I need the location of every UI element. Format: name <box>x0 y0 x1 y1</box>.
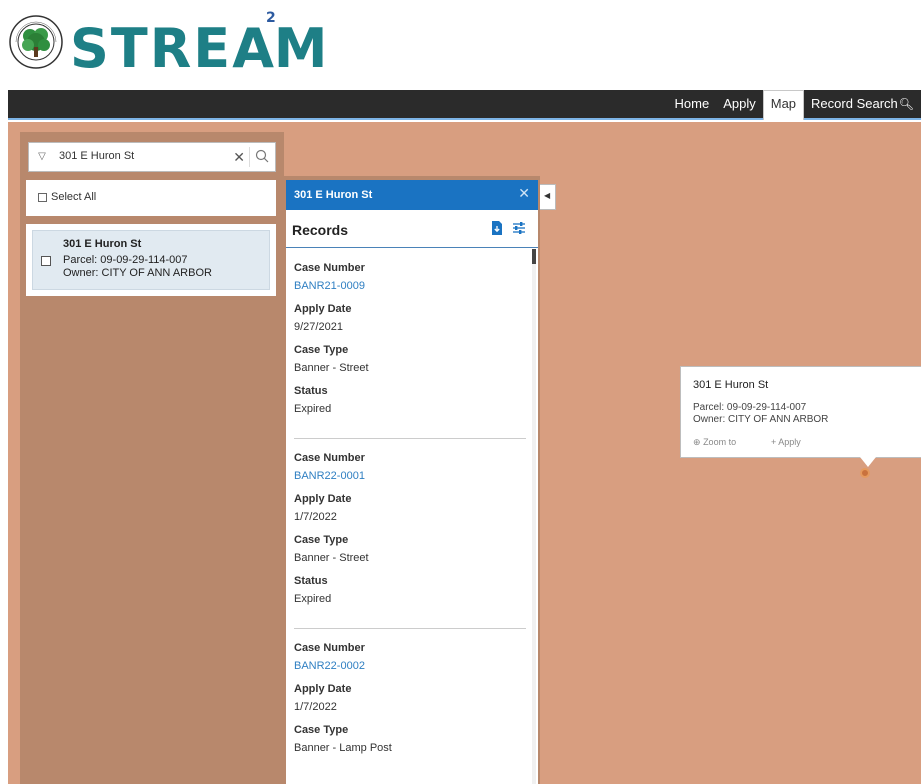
zoom-in-icon: ⊕ <box>693 437 701 447</box>
records-panel-title: 301 E Huron St <box>294 189 373 201</box>
status-label: Status <box>294 575 328 587</box>
records-scrollbar[interactable] <box>532 249 536 784</box>
select-all-label[interactable]: Select All <box>51 191 96 203</box>
popup-owner: Owner: CITY OF ANN ARBOR <box>693 414 829 425</box>
select-all-row: Select All <box>26 180 276 216</box>
address-search-box: ▽ 301 E Huron St ✕ <box>28 142 276 172</box>
document-download-icon[interactable] <box>490 221 504 235</box>
sliders-icon[interactable] <box>512 221 526 235</box>
result-title: 301 E Huron St <box>63 238 142 250</box>
case-type-value: Banner - Street <box>294 552 369 564</box>
apply-date-label: Apply Date <box>294 683 352 695</box>
plus-icon: + <box>771 437 777 447</box>
triangle-down-icon[interactable]: ▽ <box>35 150 49 164</box>
status-value: Expired <box>294 403 332 415</box>
records-panel-header: 301 E Huron St ✕ <box>286 180 538 210</box>
search-input[interactable]: 301 E Huron St <box>59 150 134 162</box>
record-card: Case Number BANR22-0002 Apply Date 1/7/2… <box>294 629 526 784</box>
results-list: 301 E Huron St Parcel: 09-09-29-114-007 … <box>26 224 276 296</box>
brand-superscript: 2 <box>266 10 278 26</box>
record-card: Case Number BANR21-0009 Apply Date 9/27/… <box>294 249 526 439</box>
status-value: Expired <box>294 593 332 605</box>
nav-record-search-label: Record Search <box>811 96 898 111</box>
map-popup: 301 E Huron St Parcel: 09-09-29-114-007 … <box>680 366 921 458</box>
popup-parcel: Parcel: 09-09-29-114-007 <box>693 402 807 413</box>
main-nav: Home Apply Map Record Search🔍︎ <box>8 90 921 120</box>
nav-home[interactable]: Home <box>668 90 717 118</box>
location-marker-icon[interactable] <box>860 468 870 478</box>
stream-brand-logo[interactable]: STREA2M <box>70 10 330 81</box>
select-all-checkbox[interactable] <box>38 193 47 202</box>
brand-text-pre: STREA <box>70 17 276 80</box>
records-list[interactable]: Case Number BANR21-0009 Apply Date 9/27/… <box>286 249 538 784</box>
case-number-label: Case Number <box>294 452 365 464</box>
case-number-label: Case Number <box>294 262 365 274</box>
zoom-to-label: Zoom to <box>703 437 737 447</box>
record-card: Case Number BANR22-0001 Apply Date 1/7/2… <box>294 439 526 629</box>
city-seal-logo[interactable] <box>8 14 64 70</box>
map-canvas[interactable]: ▽ 301 E Huron St ✕ Select All 301 E Huro… <box>8 122 921 784</box>
apply-date-value: 1/7/2022 <box>294 701 337 713</box>
scrollbar-thumb[interactable] <box>532 249 536 264</box>
case-type-value: Banner - Street <box>294 362 369 374</box>
case-number-link[interactable]: BANR22-0001 <box>294 469 526 483</box>
case-number-link[interactable]: BANR21-0009 <box>294 279 526 293</box>
case-type-label: Case Type <box>294 724 349 736</box>
case-number-label: Case Number <box>294 642 365 654</box>
site-header: STREA2M <box>0 0 921 90</box>
nav-record-search[interactable]: Record Search🔍︎ <box>804 90 921 118</box>
search-icon[interactable] <box>255 149 269 165</box>
nav-apply[interactable]: Apply <box>716 90 763 118</box>
close-icon[interactable]: ✕ <box>518 185 530 202</box>
apply-label: Apply <box>778 437 801 447</box>
apply-date-value: 1/7/2022 <box>294 511 337 523</box>
case-type-value: Banner - Lamp Post <box>294 742 392 754</box>
nav-map[interactable]: Map <box>762 90 805 120</box>
collapse-panel-button[interactable]: ◀ <box>540 184 556 210</box>
result-owner: Owner: CITY OF ANN ARBOR <box>63 267 212 279</box>
search-icon: 🔍︎ <box>898 97 914 111</box>
app-root: STREA2M Home Apply Map Record Search🔍︎ ▽… <box>0 0 921 784</box>
case-type-label: Case Type <box>294 534 349 546</box>
records-heading: Records <box>292 222 349 238</box>
status-label: Status <box>294 385 328 397</box>
case-type-label: Case Type <box>294 344 349 356</box>
close-icon[interactable]: ✕ <box>233 148 245 166</box>
list-item[interactable]: 301 E Huron St Parcel: 09-09-29-114-007 … <box>32 230 270 290</box>
brand-text-post: M <box>273 17 330 80</box>
records-subheader: Records <box>286 210 538 248</box>
case-number-link[interactable]: BANR22-0002 <box>294 659 526 673</box>
apply-date-label: Apply Date <box>294 493 352 505</box>
nav-items: Home Apply Map Record Search🔍︎ <box>668 90 921 120</box>
result-parcel: Parcel: 09-09-29-114-007 <box>63 254 188 266</box>
records-panel: 301 E Huron St ✕ Records Case Number BAN… <box>286 180 538 784</box>
result-checkbox[interactable] <box>41 256 51 266</box>
popup-title: 301 E Huron St <box>693 379 769 391</box>
search-results-panel: ▽ 301 E Huron St ✕ Select All 301 E Huro… <box>20 132 284 784</box>
chevron-left-icon: ◀ <box>544 191 551 200</box>
zoom-to-button[interactable]: ⊕ Zoom to <box>693 437 736 448</box>
apply-button[interactable]: + Apply <box>771 437 801 447</box>
search-divider <box>249 147 250 167</box>
apply-date-value: 9/27/2021 <box>294 321 343 333</box>
popup-pointer <box>860 457 876 467</box>
records-panel-frame: 301 E Huron St ✕ Records Case Number BAN… <box>284 176 540 784</box>
apply-date-label: Apply Date <box>294 303 352 315</box>
